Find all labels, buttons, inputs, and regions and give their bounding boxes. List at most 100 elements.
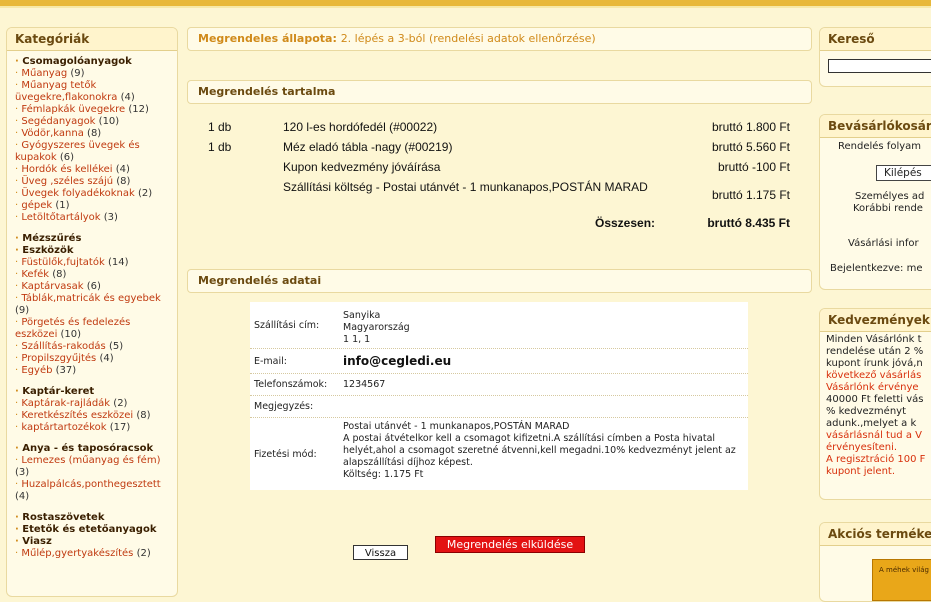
categories-sidebar: Kategóriák · Csomagolóanyagok · Műanyag (… [6, 27, 178, 597]
category-main-label: Mézszűrés [22, 233, 82, 244]
category-item[interactable]: · Üvegek folyadékoknak (2) [15, 188, 173, 200]
cart-personal-data[interactable]: Személyes ad [855, 191, 924, 202]
order-details-table: Szállítási cím: Sanyika Magyarország 1 1… [250, 302, 748, 490]
phone-row: Telefonszámok: 1234567 [250, 373, 748, 395]
category-item-count: (10) [60, 329, 82, 340]
discount-line[interactable]: következő vásárlás [826, 370, 931, 382]
row-price: bruttó -100 Ft [717, 160, 790, 174]
category-item-label: kaptártartozékok [21, 422, 107, 433]
category-item-label: Gyógyszeres üvegek és kupakok [15, 140, 140, 163]
category-item[interactable]: · Gyógyszeres üvegek és kupakok (6) [15, 140, 173, 164]
category-item[interactable]: · gépek (1) [15, 200, 173, 212]
book-thumbnail-text: A méhek világ [879, 566, 929, 574]
category-item-count: (8) [52, 269, 67, 280]
category-item-label: Egyéb [21, 365, 53, 376]
category-main[interactable]: · Csomagolóanyagok [15, 56, 173, 68]
category-group: · Anya - és taposóracsok · Lemezes (műany… [15, 443, 173, 503]
category-main[interactable]: · Etetők és etetőanyagok [15, 524, 173, 536]
category-item-count: (4) [15, 491, 30, 502]
category-item[interactable]: · Kaptárak-rajládák (2) [15, 398, 173, 410]
category-main[interactable]: · Viasz [15, 536, 173, 548]
category-item[interactable]: · Propilszgyűjtés (4) [15, 353, 173, 365]
category-item-count: (17) [109, 422, 131, 433]
phone-label: Telefonszámok: [254, 379, 328, 390]
search-input[interactable] [828, 59, 931, 73]
category-item[interactable]: · Lemezes (műanyag és fém) (3) [15, 455, 173, 479]
discount-line: rendelése után 2 % [826, 346, 924, 357]
category-item-count: (3) [103, 212, 118, 223]
category-main[interactable]: · Anya - és taposóracsok [15, 443, 173, 455]
book-thumbnail[interactable]: A méhek világ [872, 559, 931, 601]
category-item[interactable]: · Segédanyagok (10) [15, 116, 173, 128]
category-main[interactable]: · Kaptár-keret [15, 386, 173, 398]
category-item[interactable]: · Műanyag (9) [15, 68, 173, 80]
category-item[interactable]: · Huzalpálcás,ponthegesztett (4) [15, 479, 173, 503]
category-item[interactable]: · Műlép,gyertyakészítés (2) [15, 548, 173, 560]
discount-line: % kedvezményt [826, 406, 907, 417]
categories-title: Kategóriák [7, 28, 177, 51]
category-item-count: (5) [108, 341, 124, 352]
category-item[interactable]: · Kaptárvasak (6) [15, 281, 173, 293]
cart-order-process[interactable]: Rendelés folyam [838, 141, 921, 152]
row-name: Kupon kedvezmény jóváírása [283, 160, 441, 174]
discount-line: 40000 Ft feletti vás [826, 394, 924, 405]
discount-line[interactable]: vásárlásnál tud a V [826, 430, 931, 442]
category-main-label: Eszközök [22, 245, 74, 256]
category-item[interactable]: · Kefék (8) [15, 269, 173, 281]
order-row: Kupon kedvezmény jóváírása bruttó -100 F… [190, 158, 800, 178]
submit-order-button[interactable]: Megrendelés elküldése [435, 536, 585, 553]
category-item[interactable]: · Műanyag tetők üvegekre,flakonokra (4) [15, 80, 173, 104]
category-item[interactable]: · Egyéb (37) [15, 365, 173, 377]
category-main-label: Etetők és etetőanyagok [22, 524, 157, 535]
category-item[interactable]: · Keretkészítés eszközei (8) [15, 410, 173, 422]
discount-line[interactable]: kupont jelent. [826, 466, 931, 478]
category-item[interactable]: · Pörgetés és fedelezés eszközei (10) [15, 317, 173, 341]
category-item-count: (4) [99, 353, 114, 364]
category-item-label: Letöltőtartályok [21, 212, 101, 223]
category-item-count: (8) [87, 128, 102, 139]
category-item-label: Fémlapkák üvegekre [21, 104, 126, 115]
category-item-count: (6) [59, 152, 74, 163]
category-item[interactable]: · Vödör,kanna (8) [15, 128, 173, 140]
category-item[interactable]: · Szállítás-rakodás (5) [15, 341, 173, 353]
category-item[interactable]: · Üveg ,széles szájú (8) [15, 176, 173, 188]
category-list: · Csomagolóanyagok · Műanyag (9) · Műanyag… [7, 51, 177, 560]
discount-line[interactable]: A regisztráció 100 F [826, 454, 931, 466]
notes-label: Megjegyzés: [254, 401, 314, 412]
category-group: · Viasz · Műlép,gyertyakészítés (2) [15, 536, 173, 560]
category-item-count: (37) [55, 365, 77, 376]
category-item-label: Üvegek folyadékoknak [21, 188, 135, 199]
category-main[interactable]: · Mézszűrés [15, 233, 173, 245]
category-item-count: (14) [107, 257, 129, 268]
order-details-title: Megrendelés adatai [187, 269, 812, 293]
back-button[interactable]: Vissza [353, 545, 408, 560]
category-group: · Mézszűrés [15, 233, 173, 245]
row-name: 120 l-es hordófedél (#00022) [283, 120, 438, 134]
order-status-bar: Megrendeles állapota: 2. lépés a 3-ból (… [187, 27, 812, 51]
search-box: Kereső [819, 27, 931, 87]
discount-line[interactable]: Vásárlónk érvénye [826, 382, 931, 394]
category-group: · Csomagolóanyagok · Műanyag (9) · Műanyag… [15, 56, 173, 224]
category-group: · Rostaszövetek [15, 512, 173, 524]
cart-previous-orders[interactable]: Korábbi rende [853, 203, 923, 214]
payment-line: Költség: 1.175 Ft [343, 469, 424, 480]
category-main[interactable]: · Eszközök [15, 245, 173, 257]
order-items: 1 db 120 l-es hordófedél (#00022) bruttó… [190, 118, 800, 234]
category-item[interactable]: · Füstülők,fujtatók (14) [15, 257, 173, 269]
category-main-label: Viasz [22, 536, 52, 547]
order-row: 1 db 120 l-es hordófedél (#00022) bruttó… [190, 118, 800, 138]
category-item[interactable]: · Letöltőtartályok (3) [15, 212, 173, 224]
category-item[interactable]: · Táblák,matricák és egyebek (9) [15, 293, 173, 317]
notes-row: Megjegyzés: [250, 395, 748, 417]
category-item[interactable]: · Hordók és kellékei (4) [15, 164, 173, 176]
category-item-count: (3) [15, 467, 30, 478]
row-name: Szállítási költség - Postai utánvét - 1 … [283, 180, 648, 194]
category-item[interactable]: · Fémlapkák üvegekre (12) [15, 104, 173, 116]
row-qty: 1 db [208, 120, 232, 134]
category-main[interactable]: · Rostaszövetek [15, 512, 173, 524]
category-item-count: (1) [55, 200, 70, 211]
cart-purchase-info[interactable]: Vásárlási infor [848, 238, 919, 249]
logout-button[interactable]: Kilépés [876, 165, 931, 181]
category-item[interactable]: · kaptártartozékok (17) [15, 422, 173, 434]
discount-line[interactable]: érvényesíteni. [826, 442, 931, 454]
